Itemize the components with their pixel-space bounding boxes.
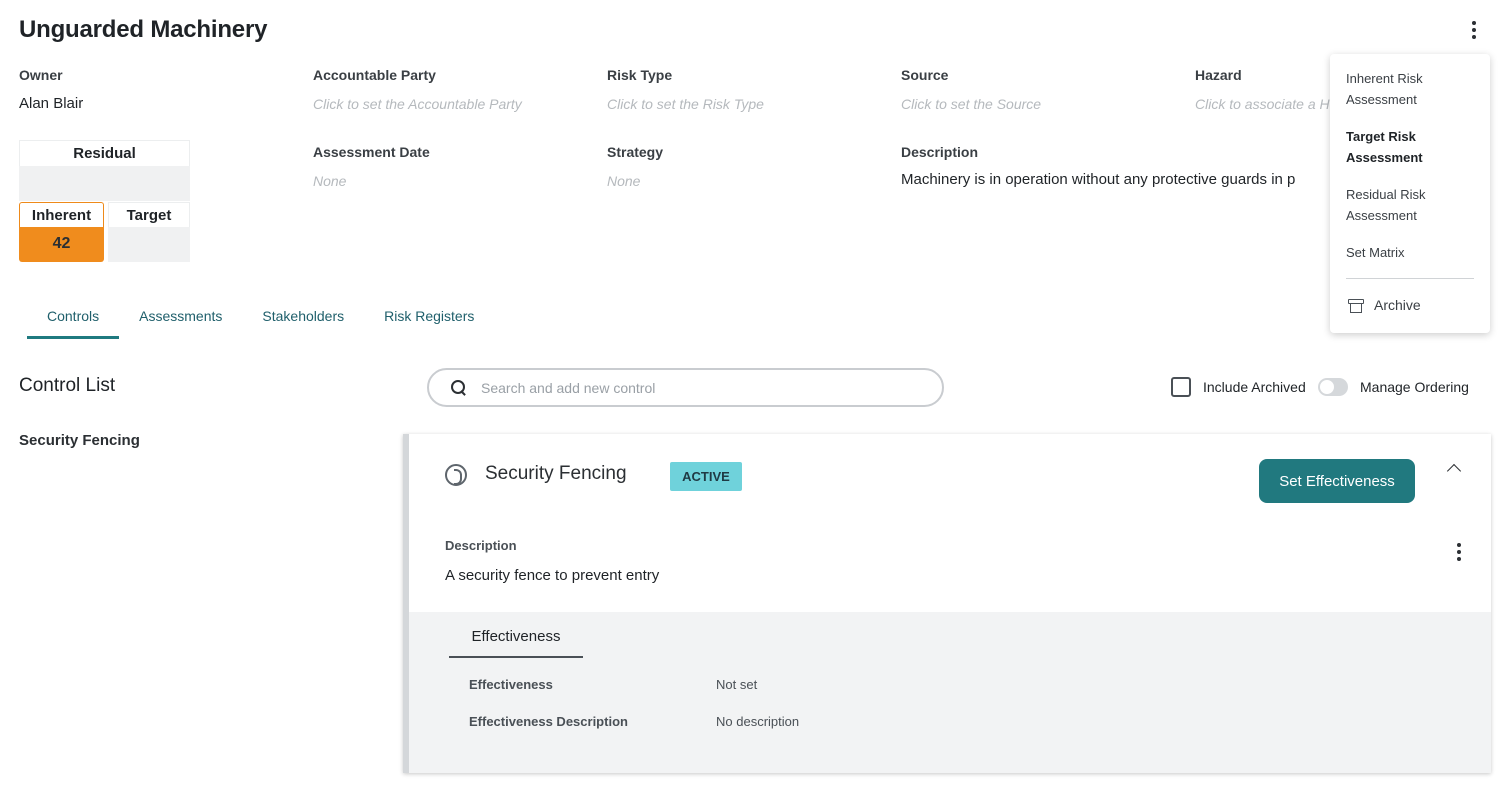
menu-item-target-risk-assessment[interactable]: Target Risk Assessment <box>1346 126 1476 168</box>
tab-bar: Controls Assessments Stakeholders Risk R… <box>27 306 494 339</box>
page-title: Unguarded Machinery <box>19 16 268 43</box>
search-input[interactable] <box>481 379 921 396</box>
assessment-date-label: Assessment Date <box>313 144 430 160</box>
control-list-title: Control List <box>19 375 116 396</box>
owner-field[interactable]: Owner Alan Blair <box>19 67 83 112</box>
description-field[interactable]: Description Machinery is in operation wi… <box>901 144 1295 188</box>
control-search[interactable] <box>427 368 944 407</box>
hazard-field[interactable]: Hazard Click to associate a H <box>1195 67 1330 112</box>
include-archived[interactable]: Include Archived <box>1171 377 1306 397</box>
strategy-label: Strategy <box>607 144 664 160</box>
risk-type-placeholder[interactable]: Click to set the Risk Type <box>607 96 764 112</box>
risk-type-field[interactable]: Risk Type Click to set the Risk Type <box>607 67 764 112</box>
inherent-score[interactable]: 42 <box>19 227 104 262</box>
more-options-icon[interactable] <box>1462 18 1486 42</box>
chevron-up-icon[interactable] <box>1446 463 1462 479</box>
control-more-icon[interactable] <box>1447 542 1471 562</box>
control-card: Security Fencing ACTIVE Set Effectivenes… <box>403 434 1491 773</box>
source-label: Source <box>901 67 949 83</box>
risk-score-matrix: Residual Inherent 42 Target <box>19 140 190 262</box>
inherent-label: Inherent <box>19 202 104 227</box>
effectiveness-value: Not set <box>716 677 758 692</box>
menu-item-archive[interactable]: Archive <box>1374 297 1421 313</box>
target-label: Target <box>108 202 190 227</box>
hazard-label: Hazard <box>1195 67 1242 83</box>
control-icon <box>445 464 467 486</box>
inherent-score-box[interactable]: Inherent 42 <box>19 202 104 262</box>
status-badge: ACTIVE <box>670 462 742 491</box>
hazard-placeholder[interactable]: Click to associate a H <box>1195 96 1330 112</box>
control-title: Security Fencing <box>485 463 627 484</box>
menu-item-inherent-risk-assessment[interactable]: Inherent Risk Assessment <box>1346 68 1476 110</box>
owner-label: Owner <box>19 67 63 83</box>
effectiveness-label: Effectiveness <box>469 677 553 692</box>
menu-item-set-matrix[interactable]: Set Matrix <box>1346 242 1476 263</box>
residual-label: Residual <box>19 140 190 166</box>
target-score-box[interactable]: Target <box>108 202 190 262</box>
tab-risk-registers[interactable]: Risk Registers <box>364 306 494 339</box>
include-archived-checkbox[interactable] <box>1171 377 1191 397</box>
control-description-label: Description <box>445 538 517 553</box>
search-icon <box>451 379 467 396</box>
description-value[interactable]: Machinery is in operation without any pr… <box>901 171 1295 188</box>
set-effectiveness-button[interactable]: Set Effectiveness <box>1259 459 1415 503</box>
tab-effectiveness[interactable]: Effectiveness <box>449 626 583 658</box>
source-field[interactable]: Source Click to set the Source <box>901 67 1041 112</box>
manage-ordering-label: Manage Ordering <box>1360 379 1469 395</box>
menu-item-residual-risk-assessment[interactable]: Residual Risk Assessment <box>1346 184 1476 226</box>
effectiveness-panel: Effectiveness Effectiveness Not set Effe… <box>409 612 1491 773</box>
accountable-party-field[interactable]: Accountable Party Click to set the Accou… <box>313 67 522 112</box>
tab-stakeholders[interactable]: Stakeholders <box>242 306 364 339</box>
strategy-field: Strategy None <box>607 144 663 189</box>
menu-divider <box>1346 278 1474 279</box>
assessment-date-field: Assessment Date None <box>313 144 430 189</box>
owner-value[interactable]: Alan Blair <box>19 95 83 112</box>
tab-assessments[interactable]: Assessments <box>119 306 242 339</box>
assessment-date-value: None <box>313 173 347 189</box>
residual-score[interactable] <box>19 166 190 201</box>
tab-controls[interactable]: Controls <box>27 306 120 339</box>
accountable-party-label: Accountable Party <box>313 67 436 83</box>
control-list-item[interactable]: Security Fencing <box>19 432 140 449</box>
options-menu: Inherent Risk Assessment Target Risk Ass… <box>1330 54 1490 333</box>
effectiveness-description-label: Effectiveness Description <box>469 714 628 729</box>
control-description-value: A security fence to prevent entry <box>445 567 660 584</box>
include-archived-label: Include Archived <box>1203 379 1306 395</box>
manage-ordering-toggle[interactable] <box>1318 378 1348 396</box>
archive-icon[interactable] <box>1348 299 1364 313</box>
risk-type-label: Risk Type <box>607 67 673 83</box>
accountable-party-placeholder[interactable]: Click to set the Accountable Party <box>313 96 522 112</box>
description-label: Description <box>901 144 979 160</box>
source-placeholder[interactable]: Click to set the Source <box>901 96 1041 112</box>
strategy-value: None <box>607 173 641 189</box>
target-score[interactable] <box>108 227 190 262</box>
effectiveness-description-value: No description <box>716 714 800 729</box>
